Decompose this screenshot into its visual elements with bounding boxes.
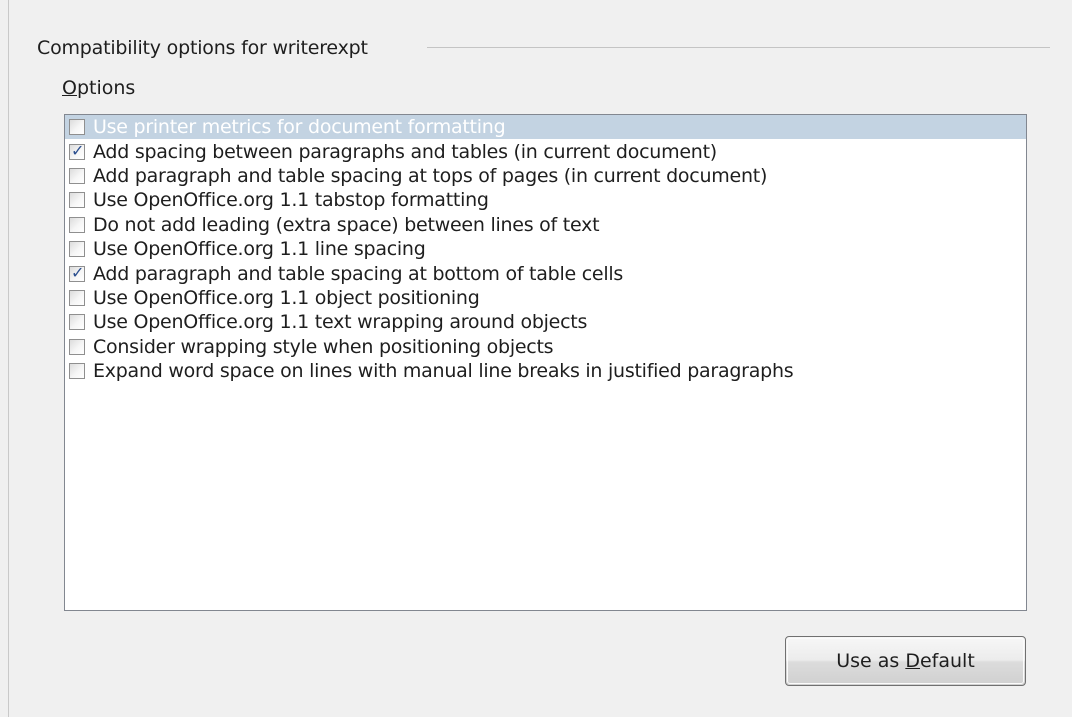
use-as-default-button[interactable]: Use as Default <box>785 636 1026 686</box>
option-label: Add paragraph and table spacing at botto… <box>93 262 624 285</box>
button-label-rest: efault <box>919 650 975 672</box>
check-icon: ✓ <box>71 140 85 160</box>
use-as-default-label: Use as Default <box>836 650 975 672</box>
option-row[interactable]: ✓ Add spacing between paragraphs and tabl… <box>65 139 1026 163</box>
option-label: Expand word space on lines with manual l… <box>93 360 794 383</box>
option-checkbox[interactable] <box>69 167 85 184</box>
option-label: Use printer metrics for document formatt… <box>93 116 506 139</box>
check-icon: ✓ <box>71 262 85 282</box>
panel-left-border <box>8 0 9 717</box>
option-label: Add spacing between paragraphs and table… <box>93 140 717 163</box>
option-row[interactable]: Use printer metrics for document formatt… <box>65 115 1026 140</box>
options-label: Options <box>62 76 135 100</box>
option-row[interactable]: Use OpenOffice.org 1.1 tabstop formattin… <box>65 188 1026 212</box>
button-label-accelerator: D <box>905 650 920 672</box>
options-listbox[interactable]: Use printer metrics for document formatt… <box>64 114 1027 611</box>
option-label: Consider wrapping style when positioning… <box>93 335 554 358</box>
button-label-prefix: Use as <box>836 650 906 672</box>
option-row[interactable]: Use OpenOffice.org 1.1 object positionin… <box>65 286 1026 310</box>
section-divider <box>427 47 1050 48</box>
compatibility-options-panel: Compatibility options for writerexpt Opt… <box>0 0 1072 717</box>
option-checkbox[interactable] <box>69 363 85 380</box>
option-label: Do not add leading (extra space) between… <box>93 213 600 236</box>
section-title: Compatibility options for writerexpt <box>37 37 368 59</box>
option-label: Add paragraph and table spacing at tops … <box>93 164 768 187</box>
option-checkbox[interactable] <box>69 119 85 136</box>
option-row[interactable]: Use OpenOffice.org 1.1 line spacing <box>65 237 1026 261</box>
option-row[interactable]: Use OpenOffice.org 1.1 text wrapping aro… <box>65 310 1026 334</box>
option-label: Use OpenOffice.org 1.1 line spacing <box>93 238 426 261</box>
option-checkbox[interactable] <box>69 216 85 233</box>
option-checkbox[interactable] <box>69 289 85 306</box>
option-row[interactable]: Add paragraph and table spacing at tops … <box>65 164 1026 188</box>
option-row[interactable]: Consider wrapping style when positioning… <box>65 335 1026 359</box>
option-row[interactable]: Expand word space on lines with manual l… <box>65 359 1026 383</box>
option-row[interactable]: Do not add leading (extra space) between… <box>65 213 1026 237</box>
option-label: Use OpenOffice.org 1.1 tabstop formattin… <box>93 189 489 212</box>
option-label: Use OpenOffice.org 1.1 object positionin… <box>93 286 480 309</box>
options-label-rest: ptions <box>76 77 136 99</box>
option-checkbox[interactable]: ✓ <box>69 263 85 282</box>
option-label: Use OpenOffice.org 1.1 text wrapping aro… <box>93 311 588 334</box>
option-row[interactable]: ✓ Add paragraph and table spacing at bott… <box>65 261 1026 285</box>
options-label-accelerator: O <box>62 77 77 99</box>
option-checkbox[interactable] <box>69 241 85 258</box>
option-checkbox[interactable] <box>69 192 85 209</box>
option-checkbox[interactable] <box>69 314 85 331</box>
option-checkbox[interactable] <box>69 338 85 355</box>
option-checkbox[interactable]: ✓ <box>69 141 85 160</box>
